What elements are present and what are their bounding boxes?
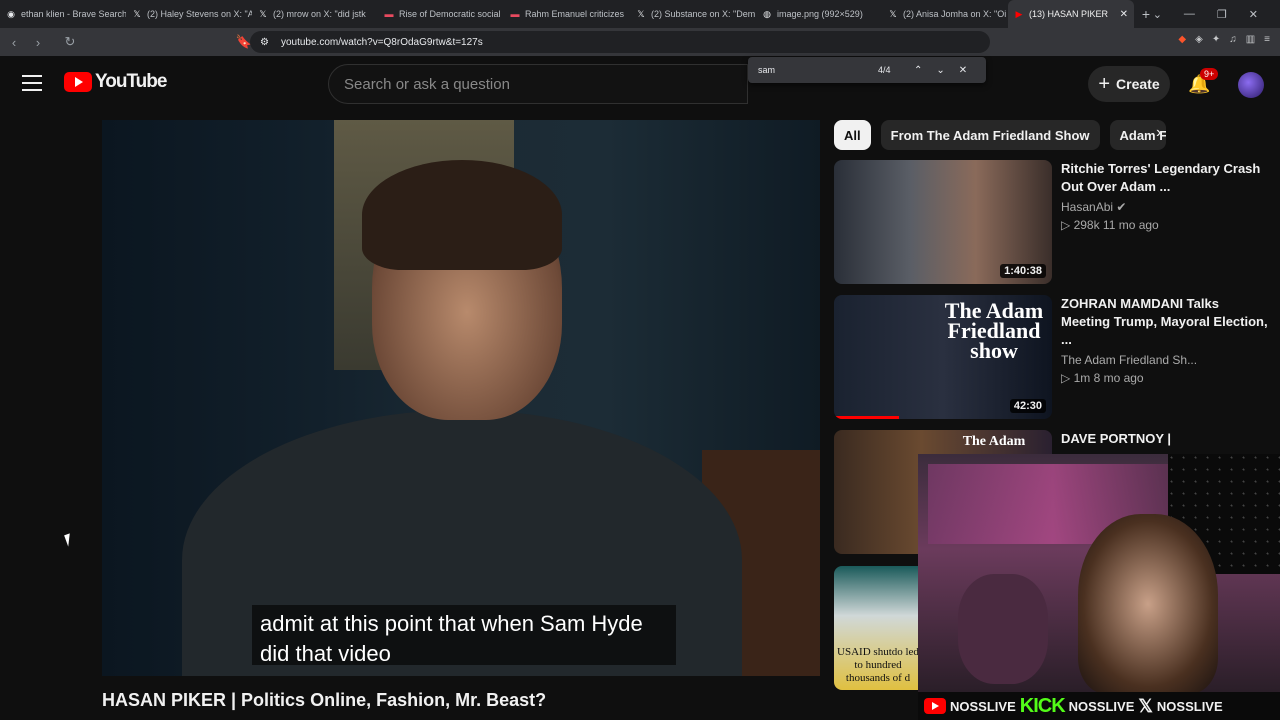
menu-icon[interactable]: ≡ bbox=[1264, 34, 1270, 45]
music-icon[interactable]: ♫ bbox=[1229, 34, 1237, 45]
youtube-play-icon bbox=[64, 72, 92, 92]
create-button[interactable]: + Create bbox=[1088, 66, 1170, 102]
find-prev-icon[interactable]: ⌃ bbox=[914, 65, 922, 76]
url-text: youtube.com/watch?v=Q8rOdaG9rtw&t=127s bbox=[280, 36, 483, 48]
shield-icon[interactable]: ◆ bbox=[1178, 34, 1186, 45]
duration-badge: 42:30 bbox=[1009, 399, 1046, 413]
browser-tab[interactable]: ▬ Rise of Democratic social bbox=[378, 0, 504, 28]
social-handles-bar: NOSSLIVE KICK NOSSLIVE 𝕏 NOSSLIVE bbox=[918, 692, 1280, 720]
find-next-icon[interactable]: ⌄ bbox=[936, 65, 944, 76]
thumbnail-text: USAID shutdo led to hundred thousands of… bbox=[837, 646, 919, 684]
filter-chips: All From The Adam Friedland Show Adam F bbox=[834, 120, 1166, 150]
related-title[interactable]: ZOHRAN MAMDANI Talks Meeting Trump, Mayo… bbox=[1061, 295, 1271, 349]
browser-tab-active[interactable]: ▶ (13) HASAN PIKER ✕ bbox=[1008, 0, 1134, 28]
notification-badge: 9+ bbox=[1200, 68, 1219, 80]
x-icon: 𝕏 bbox=[637, 9, 645, 19]
webcam-overlay bbox=[918, 454, 1280, 692]
youtube-icon: ▶ bbox=[1015, 9, 1023, 19]
brave-icon: ◉ bbox=[7, 9, 15, 19]
site-info-icon[interactable]: ⚙ bbox=[260, 37, 269, 48]
chip-from-channel[interactable]: From The Adam Friedland Show bbox=[880, 120, 1100, 150]
browser-tab-strip: ◉ ethan klien - Brave Search 𝕏 (2) Haley S… bbox=[0, 0, 1280, 28]
chevron-right-icon[interactable]: › bbox=[1156, 124, 1161, 142]
browser-tab[interactable]: 𝕏 (2) mrow on X: "did jstk bbox=[252, 0, 378, 28]
video-stats: ▷ 1m 8 mo ago bbox=[1061, 371, 1144, 385]
browser-tab[interactable]: 𝕏 (2) Anisa Jomha on X: "Oi bbox=[882, 0, 1008, 28]
related-video[interactable]: The Adam Friedland show 42:30 ZOHRAN MAM… bbox=[834, 295, 1274, 423]
close-tab-icon[interactable]: ✕ bbox=[1120, 9, 1128, 20]
kick-handle: NOSSLIVE bbox=[1068, 698, 1135, 714]
find-count: 4/4 bbox=[878, 65, 891, 75]
related-video[interactable]: 1:40:38 Ritchie Torres' Legendary Crash … bbox=[834, 160, 1274, 288]
video-thumbnail[interactable]: The Adam Friedland show 42:30 bbox=[834, 295, 1052, 419]
browser-toolbar: ‹ › ↻ 🔖 ⚙ youtube.com/watch?v=Q8rOdaG9rt… bbox=[0, 28, 1280, 56]
mouse-cursor-icon bbox=[64, 533, 74, 547]
browser-tab[interactable]: ◉ ethan klien - Brave Search bbox=[0, 0, 126, 28]
video-thumbnail[interactable]: 1:40:38 bbox=[834, 160, 1052, 284]
related-title[interactable]: DAVE PORTNOY | bbox=[1061, 430, 1271, 448]
video-stats: ▷ 298k 11 mo ago bbox=[1061, 218, 1159, 232]
forward-icon[interactable]: › bbox=[28, 35, 48, 50]
globe-icon: ◍ bbox=[763, 9, 771, 19]
browser-tab[interactable]: ▬ Rahm Emanuel criticizes bbox=[504, 0, 630, 28]
find-bar: sam 4/4 ⌃ ⌄ ✕ bbox=[748, 57, 986, 83]
video-caption: admit at this point that when Sam Hyde d… bbox=[252, 605, 676, 666]
sidebar-icon[interactable]: ▥ bbox=[1246, 34, 1255, 45]
back-icon[interactable]: ‹ bbox=[4, 35, 24, 50]
verified-icon: ✔ bbox=[1116, 200, 1127, 214]
puzzle-icon[interactable]: ✦ bbox=[1212, 34, 1220, 45]
browser-tab[interactable]: 𝕏 (2) Substance on X: "Dem bbox=[630, 0, 756, 28]
wallet-icon[interactable]: ◈ bbox=[1195, 34, 1203, 45]
find-close-icon[interactable]: ✕ bbox=[959, 65, 967, 76]
minimize-icon[interactable]: — bbox=[1184, 8, 1195, 20]
search-input[interactable]: Search or ask a question bbox=[328, 64, 748, 104]
channel-name[interactable]: The Adam Friedland Sh... bbox=[1061, 353, 1271, 367]
chip-all[interactable]: All bbox=[834, 120, 871, 150]
address-bar[interactable]: ⚙ youtube.com/watch?v=Q8rOdaG9rtw&t=127s bbox=[250, 31, 990, 53]
thumbnail-text: The Adam Friedland show bbox=[944, 298, 1044, 363]
avatar[interactable] bbox=[1238, 72, 1264, 98]
reload-icon[interactable]: ↻ bbox=[60, 34, 80, 50]
red-icon: ▬ bbox=[510, 9, 520, 19]
kick-logo: KICK bbox=[1019, 694, 1066, 717]
x-icon: 𝕏 bbox=[259, 9, 267, 19]
close-window-icon[interactable]: ✕ bbox=[1249, 8, 1258, 21]
x-handle: NOSSLIVE bbox=[1156, 698, 1223, 714]
youtube-handle: NOSSLIVE bbox=[950, 698, 1016, 714]
related-title[interactable]: Ritchie Torres' Legendary Crash Out Over… bbox=[1061, 160, 1271, 196]
plus-icon: + bbox=[1098, 72, 1111, 95]
red-icon: ▬ bbox=[384, 9, 394, 19]
find-input[interactable]: sam bbox=[758, 65, 775, 75]
chevron-down-icon[interactable]: ⌄ bbox=[1153, 8, 1162, 21]
x-icon: 𝕏 bbox=[1138, 695, 1153, 716]
restore-icon[interactable]: ❐ bbox=[1217, 8, 1227, 21]
video-player[interactable]: admit at this point that when Sam Hyde d… bbox=[102, 120, 820, 676]
watch-progress-bar bbox=[834, 416, 900, 419]
video-title: HASAN PIKER | Politics Online, Fashion, … bbox=[102, 690, 547, 710]
youtube-header: YouTube Search or ask a question + Creat… bbox=[0, 56, 1280, 112]
channel-name[interactable]: HasanAbi ✔ bbox=[1061, 200, 1271, 214]
hamburger-menu-icon[interactable] bbox=[22, 75, 42, 91]
x-icon: 𝕏 bbox=[889, 9, 897, 19]
extension-icons: ◆ ◈ ✦ ♫ ▥ ≡ bbox=[1178, 34, 1270, 45]
youtube-icon bbox=[924, 698, 946, 714]
x-icon: 𝕏 bbox=[133, 9, 141, 19]
browser-tab[interactable]: ◍ image.png (992×529) bbox=[756, 0, 882, 28]
duration-badge: 1:40:38 bbox=[1000, 264, 1046, 278]
youtube-logo[interactable]: YouTube bbox=[64, 71, 167, 93]
browser-tab[interactable]: 𝕏 (2) Haley Stevens on X: "A bbox=[126, 0, 252, 28]
